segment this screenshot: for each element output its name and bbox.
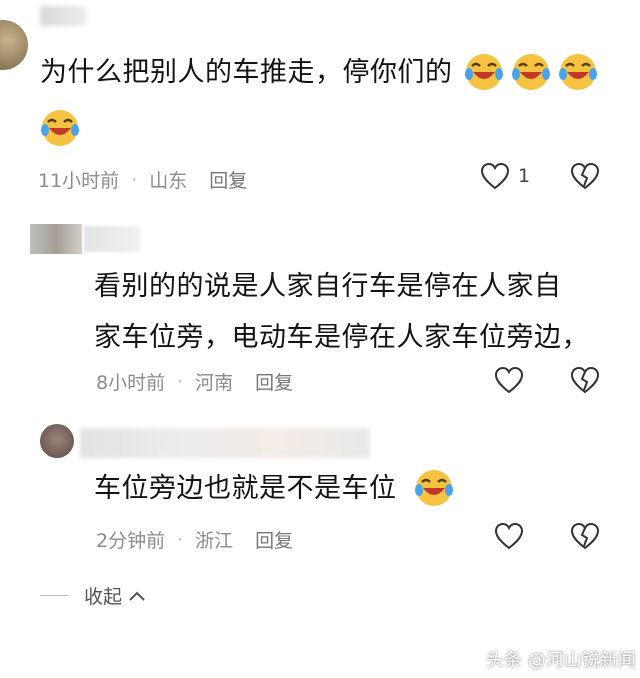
emoji-row-2 [38, 108, 80, 148]
comment-time: 8小时前 [96, 372, 166, 394]
comment-text: 看别的的说是人家自行车是停在人家自 [94, 271, 562, 302]
heart-icon [480, 162, 510, 190]
laugh-cry-emoji-icon [465, 54, 503, 90]
dislike-button[interactable] [570, 366, 600, 394]
dislike-button[interactable] [570, 522, 600, 550]
laugh-cry-emoji-icon [415, 470, 453, 506]
collapse-label: 收起 [84, 586, 123, 608]
broken-heart-icon [570, 522, 600, 550]
like-button[interactable] [494, 522, 524, 550]
collapse-replies-button[interactable]: 收起 [40, 582, 146, 609]
comment-location: 山东 [149, 170, 188, 192]
comment-text-line2: 家车位旁，电动车是停在人家车位旁边， [94, 322, 589, 353]
avatar-blurred[interactable] [30, 224, 82, 254]
broken-heart-icon [570, 366, 600, 394]
comment-text: 为什么把别人的车推走，停你们的 [40, 57, 453, 88]
comment-location: 浙江 [195, 530, 234, 552]
comment-time: 11小时前 [38, 170, 120, 192]
collapse-divider [40, 595, 68, 596]
comment-meta: 8小时前 · 河南 回复 [96, 368, 293, 395]
chevron-up-icon [129, 591, 145, 601]
comment-meta: 11小时前 · 山东 回复 [38, 166, 247, 193]
avatar[interactable] [40, 424, 74, 458]
username-blurred [84, 226, 140, 252]
like-button[interactable]: 1 [480, 162, 530, 190]
heart-icon [494, 366, 524, 394]
comment-time: 2分钟前 [96, 530, 166, 552]
comment-meta: 2分钟前 · 浙江 回复 [96, 526, 293, 553]
watermark: 头条 @河山锐新闻 [486, 650, 636, 671]
heart-icon [494, 522, 524, 550]
avatar[interactable] [0, 20, 28, 70]
separator-dot: · [177, 528, 184, 551]
laugh-cry-emoji-icon [559, 54, 598, 90]
broken-heart-icon [570, 162, 600, 190]
dislike-button[interactable] [570, 162, 600, 190]
like-count: 1 [518, 165, 531, 187]
username-blurred [40, 6, 86, 26]
emoji-row [412, 468, 454, 508]
reply-button[interactable]: 回复 [209, 166, 247, 193]
reply-button[interactable]: 回复 [255, 368, 293, 395]
laugh-cry-emoji-icon [512, 54, 551, 90]
comment-location: 河南 [195, 372, 234, 394]
laugh-cry-emoji-icon [41, 110, 79, 146]
comment-text: 车位旁边也就是不是车位 [94, 473, 397, 504]
reply-button[interactable]: 回复 [255, 526, 293, 553]
like-button[interactable] [494, 366, 524, 394]
separator-dot: · [131, 168, 138, 191]
emoji-row [462, 52, 598, 92]
username-blurred [80, 428, 370, 458]
separator-dot: · [177, 370, 184, 393]
